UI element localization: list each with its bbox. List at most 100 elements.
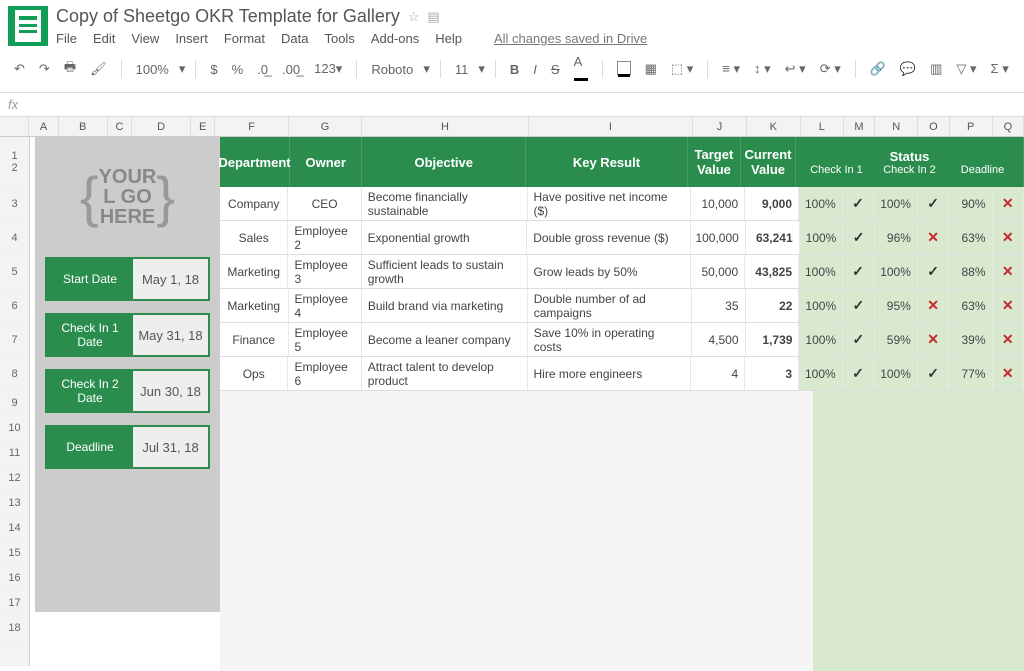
font-family-select[interactable]: Roboto [367,60,417,79]
col-header-H[interactable]: H [362,117,528,136]
fill-color-button[interactable] [613,59,635,80]
cell[interactable]: 1,739 [746,323,800,356]
cell[interactable]: Exponential growth [362,221,528,254]
menu-addons[interactable]: Add-ons [371,31,419,46]
header-current-value[interactable]: Current Value [741,137,796,187]
cell[interactable]: ✕ [993,289,1024,322]
cell[interactable]: CEO [288,187,361,220]
cell[interactable]: ✓ [843,187,874,220]
cell[interactable]: 63% [949,289,992,322]
cell[interactable]: Marketing [220,289,289,322]
cell[interactable]: 90% [949,187,992,220]
cell[interactable]: Employee 2 [288,221,361,254]
col-header-F[interactable]: F [215,117,288,136]
row-header[interactable]: 6 [0,289,30,323]
col-header-L[interactable]: L [801,117,844,136]
cell[interactable]: 77% [949,357,992,390]
menu-file[interactable]: File [56,31,77,46]
menu-tools[interactable]: Tools [324,31,354,46]
col-header-K[interactable]: K [747,117,801,136]
italic-button[interactable]: I [529,60,541,79]
increase-decimal-button[interactable]: .00̲ [278,60,304,79]
cell[interactable]: 100% [799,289,843,322]
cell[interactable]: ✓ [843,221,874,254]
cell[interactable]: ✓ [843,323,875,356]
borders-button[interactable]: ▦ [641,59,661,79]
cell[interactable]: Employee 4 [289,289,362,322]
cell[interactable]: Hire more engineers [528,357,692,390]
move-folder-icon[interactable]: ▤ [428,9,440,25]
decrease-decimal-button[interactable]: .0̲ [253,60,272,79]
row-header[interactable]: 5 [0,255,30,289]
cell[interactable]: ✓ [918,187,949,220]
cell[interactable]: Grow leads by 50% [528,255,692,288]
header-objective[interactable]: Objective [362,137,526,187]
cell[interactable]: Employee 3 [288,255,361,288]
format-currency-button[interactable]: $ [206,60,221,79]
cell[interactable]: 35 [692,289,746,322]
row-header[interactable]: 14 [0,516,30,541]
cell[interactable]: Become financially sustainable [362,187,528,220]
cell[interactable]: 88% [949,255,992,288]
save-status[interactable]: All changes saved in Drive [494,31,647,46]
number-format-button[interactable]: 123▾ [310,59,346,79]
cell[interactable]: Double gross revenue ($) [527,221,691,254]
row-header[interactable]: 3 [0,187,30,221]
cell[interactable]: Save 10% in operating costs [528,323,692,356]
row-header[interactable]: 16 [0,566,30,591]
cell[interactable]: ✓ [918,357,949,390]
functions-icon[interactable]: Σ ▾ [987,59,1013,79]
cell[interactable]: Employee 6 [288,357,361,390]
text-wrap-button[interactable]: ↩ ▾ [781,59,810,79]
vertical-align-button[interactable]: ↕ ▾ [750,59,775,79]
cell[interactable]: ✕ [993,255,1024,288]
cell[interactable]: ✕ [993,357,1024,390]
paint-format-icon[interactable]: 🖌 [86,59,111,79]
checkin2-date-value[interactable]: Jun 30, 18 [133,371,208,411]
cell[interactable]: Become a leaner company [362,323,528,356]
undo-icon[interactable]: ↶ [10,59,29,79]
font-size-select[interactable]: 11 [451,60,473,79]
col-header-C[interactable]: C [108,117,132,136]
col-header-J[interactable]: J [693,117,747,136]
cell[interactable]: ✕ [918,323,950,356]
select-all-corner[interactable] [0,117,29,136]
sheet-content[interactable]: { YOUR L GO HERE } Start Date May 1, 18 … [30,137,1024,666]
row-header[interactable]: 13 [0,491,30,516]
header-deadline[interactable]: Deadline [946,164,1019,176]
cell[interactable]: Marketing [220,255,288,288]
cell[interactable]: ✕ [918,221,949,254]
col-header-O[interactable]: O [918,117,949,136]
row-header[interactable]: 11 [0,441,30,466]
cell[interactable]: 50,000 [691,255,745,288]
col-header-D[interactable]: D [132,117,191,136]
row-header[interactable]: 9 [0,391,30,416]
menu-insert[interactable]: Insert [175,31,208,46]
cell[interactable]: Employee 5 [289,323,362,356]
row-header[interactable]: 17 [0,591,30,616]
insert-comment-icon[interactable]: 💬 [896,59,920,79]
menu-help[interactable]: Help [435,31,462,46]
insert-link-icon[interactable]: 🔗 [866,59,890,79]
cell[interactable]: 100% [799,187,843,220]
okr-row[interactable]: OpsEmployee 6Attract talent to develop p… [220,357,1024,391]
cell[interactable]: 22 [746,289,800,322]
cell[interactable]: Sales [220,221,288,254]
cell[interactable]: ✓ [843,255,874,288]
text-color-button[interactable]: A [570,52,592,86]
okr-row[interactable]: MarketingEmployee 4Build brand via marke… [220,289,1024,323]
redo-icon[interactable]: ↷ [35,59,54,79]
cell[interactable]: 100% [874,187,918,220]
okr-row[interactable]: FinanceEmployee 5Become a leaner company… [220,323,1024,357]
cell[interactable]: ✓ [843,289,875,322]
header-target-value[interactable]: Target Value [688,137,741,187]
row-header[interactable]: 7 [0,323,30,357]
col-header-Q[interactable]: Q [993,117,1024,136]
start-date-value[interactable]: May 1, 18 [133,259,208,299]
okr-row[interactable]: SalesEmployee 2Exponential growthDouble … [220,221,1024,255]
col-header-A[interactable]: A [29,117,58,136]
cell[interactable]: Build brand via marketing [362,289,528,322]
cell[interactable]: Have positive net income ($) [528,187,692,220]
empty-rows[interactable] [220,391,1024,671]
okr-row[interactable]: CompanyCEOBecome financially sustainable… [220,187,1024,221]
